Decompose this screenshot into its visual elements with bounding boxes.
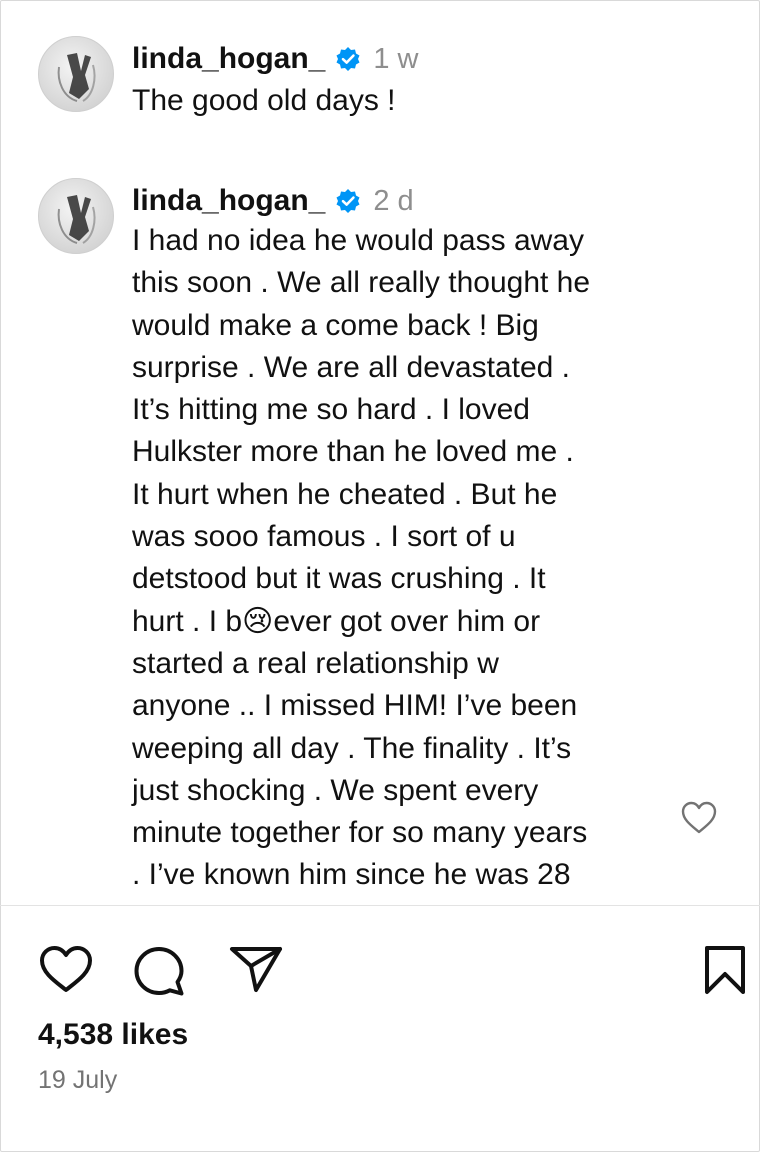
comment-timestamp[interactable]: 1 w xyxy=(373,36,418,82)
comment-text: The good old days ! xyxy=(132,84,396,117)
verified-badge-icon xyxy=(336,189,360,213)
comment-timestamp[interactable]: 2 d xyxy=(373,178,413,224)
comment-username[interactable]: linda_hogan_ xyxy=(132,36,325,82)
comment-text: I had no idea he would pass away this so… xyxy=(132,224,591,892)
heart-icon[interactable] xyxy=(38,944,94,996)
heart-outline-icon[interactable] xyxy=(680,800,718,836)
bookmark-icon[interactable] xyxy=(702,944,748,996)
avatar[interactable] xyxy=(38,36,114,112)
divider xyxy=(0,905,760,906)
likes-count[interactable]: 4,538 likes xyxy=(38,1018,188,1052)
avatar[interactable] xyxy=(38,178,114,254)
comment-bubble-icon[interactable] xyxy=(132,944,186,998)
paper-plane-icon[interactable] xyxy=(228,944,284,994)
comment-username[interactable]: linda_hogan_ xyxy=(132,178,325,224)
post-date: 19 July xyxy=(38,1066,118,1094)
verified-badge-icon xyxy=(336,47,360,71)
